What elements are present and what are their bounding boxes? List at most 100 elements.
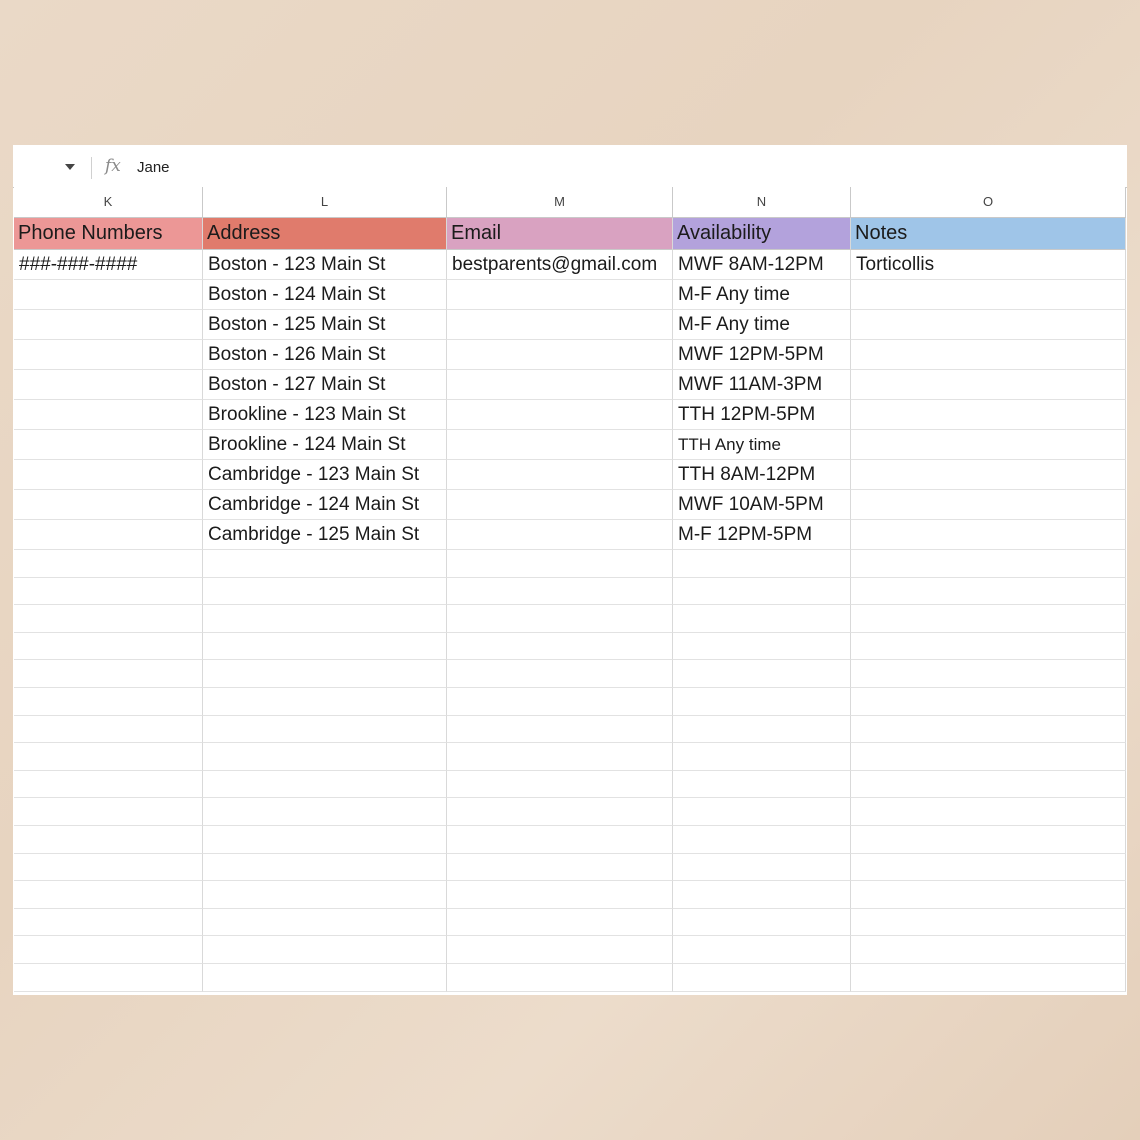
table-cell[interactable] [14, 520, 203, 550]
name-box-dropdown-icon[interactable] [65, 164, 75, 170]
empty-cell[interactable] [673, 853, 851, 882]
empty-cell[interactable] [447, 798, 673, 826]
empty-cell[interactable] [851, 881, 1126, 909]
table-cell[interactable]: MWF 10AM-5PM [673, 490, 851, 520]
table-cell[interactable]: Boston - 127 Main St [203, 370, 447, 400]
empty-cell[interactable] [447, 660, 673, 688]
table-cell[interactable] [851, 400, 1126, 430]
empty-cell[interactable] [14, 770, 203, 799]
empty-cell[interactable] [447, 743, 673, 771]
empty-cell[interactable] [14, 660, 203, 688]
table-cell[interactable] [447, 370, 673, 400]
header-cell[interactable]: Availability [673, 218, 851, 250]
empty-cell[interactable] [203, 715, 447, 744]
empty-cell[interactable] [673, 881, 851, 909]
empty-cell[interactable] [14, 936, 203, 964]
empty-cell[interactable] [673, 632, 851, 661]
table-cell[interactable]: MWF 8AM-12PM [673, 250, 851, 280]
table-cell[interactable] [14, 490, 203, 520]
empty-cell[interactable] [851, 936, 1126, 964]
table-cell[interactable] [447, 310, 673, 340]
empty-cell[interactable] [851, 605, 1126, 633]
column-header-l[interactable]: L [203, 187, 447, 218]
empty-cell[interactable] [203, 908, 447, 937]
header-cell[interactable]: Notes [851, 218, 1126, 250]
empty-cell[interactable] [673, 715, 851, 744]
empty-cell[interactable] [14, 632, 203, 661]
empty-cell[interactable] [14, 743, 203, 771]
empty-cell[interactable] [203, 853, 447, 882]
table-cell[interactable] [851, 520, 1126, 550]
empty-cell[interactable] [851, 853, 1126, 882]
empty-cell[interactable] [447, 936, 673, 964]
empty-cell[interactable] [673, 605, 851, 633]
empty-cell[interactable] [673, 660, 851, 688]
empty-cell[interactable] [447, 715, 673, 744]
formula-input[interactable]: Jane [137, 159, 170, 176]
empty-cell[interactable] [203, 577, 447, 606]
empty-cell[interactable] [203, 770, 447, 799]
empty-cell[interactable] [447, 605, 673, 633]
table-cell[interactable] [851, 460, 1126, 490]
empty-cell[interactable] [673, 936, 851, 964]
empty-cell[interactable] [447, 964, 673, 992]
table-cell[interactable] [14, 310, 203, 340]
table-cell[interactable]: Boston - 123 Main St [203, 250, 447, 280]
empty-cell[interactable] [203, 632, 447, 661]
table-cell[interactable]: MWF 11AM-3PM [673, 370, 851, 400]
empty-cell[interactable] [203, 881, 447, 909]
empty-cell[interactable] [203, 826, 447, 854]
empty-cell[interactable] [14, 605, 203, 633]
empty-cell[interactable] [14, 550, 203, 578]
empty-cell[interactable] [447, 688, 673, 716]
empty-cell[interactable] [673, 577, 851, 606]
header-cell[interactable]: Address [203, 218, 447, 250]
empty-cell[interactable] [14, 688, 203, 716]
header-cell[interactable]: Email [447, 218, 673, 250]
empty-cell[interactable] [447, 881, 673, 909]
table-cell[interactable] [14, 430, 203, 460]
table-cell[interactable]: M-F Any time [673, 310, 851, 340]
table-cell[interactable] [851, 430, 1126, 460]
empty-cell[interactable] [851, 660, 1126, 688]
empty-cell[interactable] [851, 770, 1126, 799]
empty-cell[interactable] [14, 826, 203, 854]
table-cell[interactable]: bestparents@gmail.com [447, 250, 673, 280]
table-cell[interactable]: Torticollis [851, 250, 1126, 280]
table-cell[interactable] [447, 490, 673, 520]
empty-cell[interactable] [447, 770, 673, 799]
empty-cell[interactable] [851, 632, 1126, 661]
table-cell[interactable] [851, 340, 1126, 370]
column-header-o[interactable]: O [851, 187, 1126, 218]
table-cell[interactable] [851, 370, 1126, 400]
empty-cell[interactable] [851, 826, 1126, 854]
table-cell[interactable]: Brookline - 124 Main St [203, 430, 447, 460]
empty-cell[interactable] [673, 964, 851, 992]
empty-cell[interactable] [851, 577, 1126, 606]
empty-cell[interactable] [673, 770, 851, 799]
table-cell[interactable] [447, 430, 673, 460]
table-cell[interactable] [14, 370, 203, 400]
table-cell[interactable] [447, 340, 673, 370]
table-cell[interactable] [447, 280, 673, 310]
empty-cell[interactable] [14, 853, 203, 882]
table-cell[interactable] [14, 460, 203, 490]
empty-cell[interactable] [14, 577, 203, 606]
empty-cell[interactable] [851, 798, 1126, 826]
table-cell[interactable]: TTH Any time [673, 430, 851, 460]
table-cell[interactable]: MWF 12PM-5PM [673, 340, 851, 370]
empty-cell[interactable] [673, 826, 851, 854]
table-cell[interactable] [851, 280, 1126, 310]
table-cell[interactable] [447, 400, 673, 430]
table-cell[interactable]: Cambridge - 124 Main St [203, 490, 447, 520]
empty-cell[interactable] [673, 908, 851, 937]
empty-cell[interactable] [673, 743, 851, 771]
empty-cell[interactable] [447, 853, 673, 882]
empty-cell[interactable] [203, 936, 447, 964]
empty-cell[interactable] [447, 577, 673, 606]
table-cell[interactable]: Boston - 124 Main St [203, 280, 447, 310]
table-cell[interactable]: M-F Any time [673, 280, 851, 310]
empty-cell[interactable] [14, 715, 203, 744]
header-cell[interactable]: Phone Numbers [14, 218, 203, 250]
table-cell[interactable] [851, 490, 1126, 520]
